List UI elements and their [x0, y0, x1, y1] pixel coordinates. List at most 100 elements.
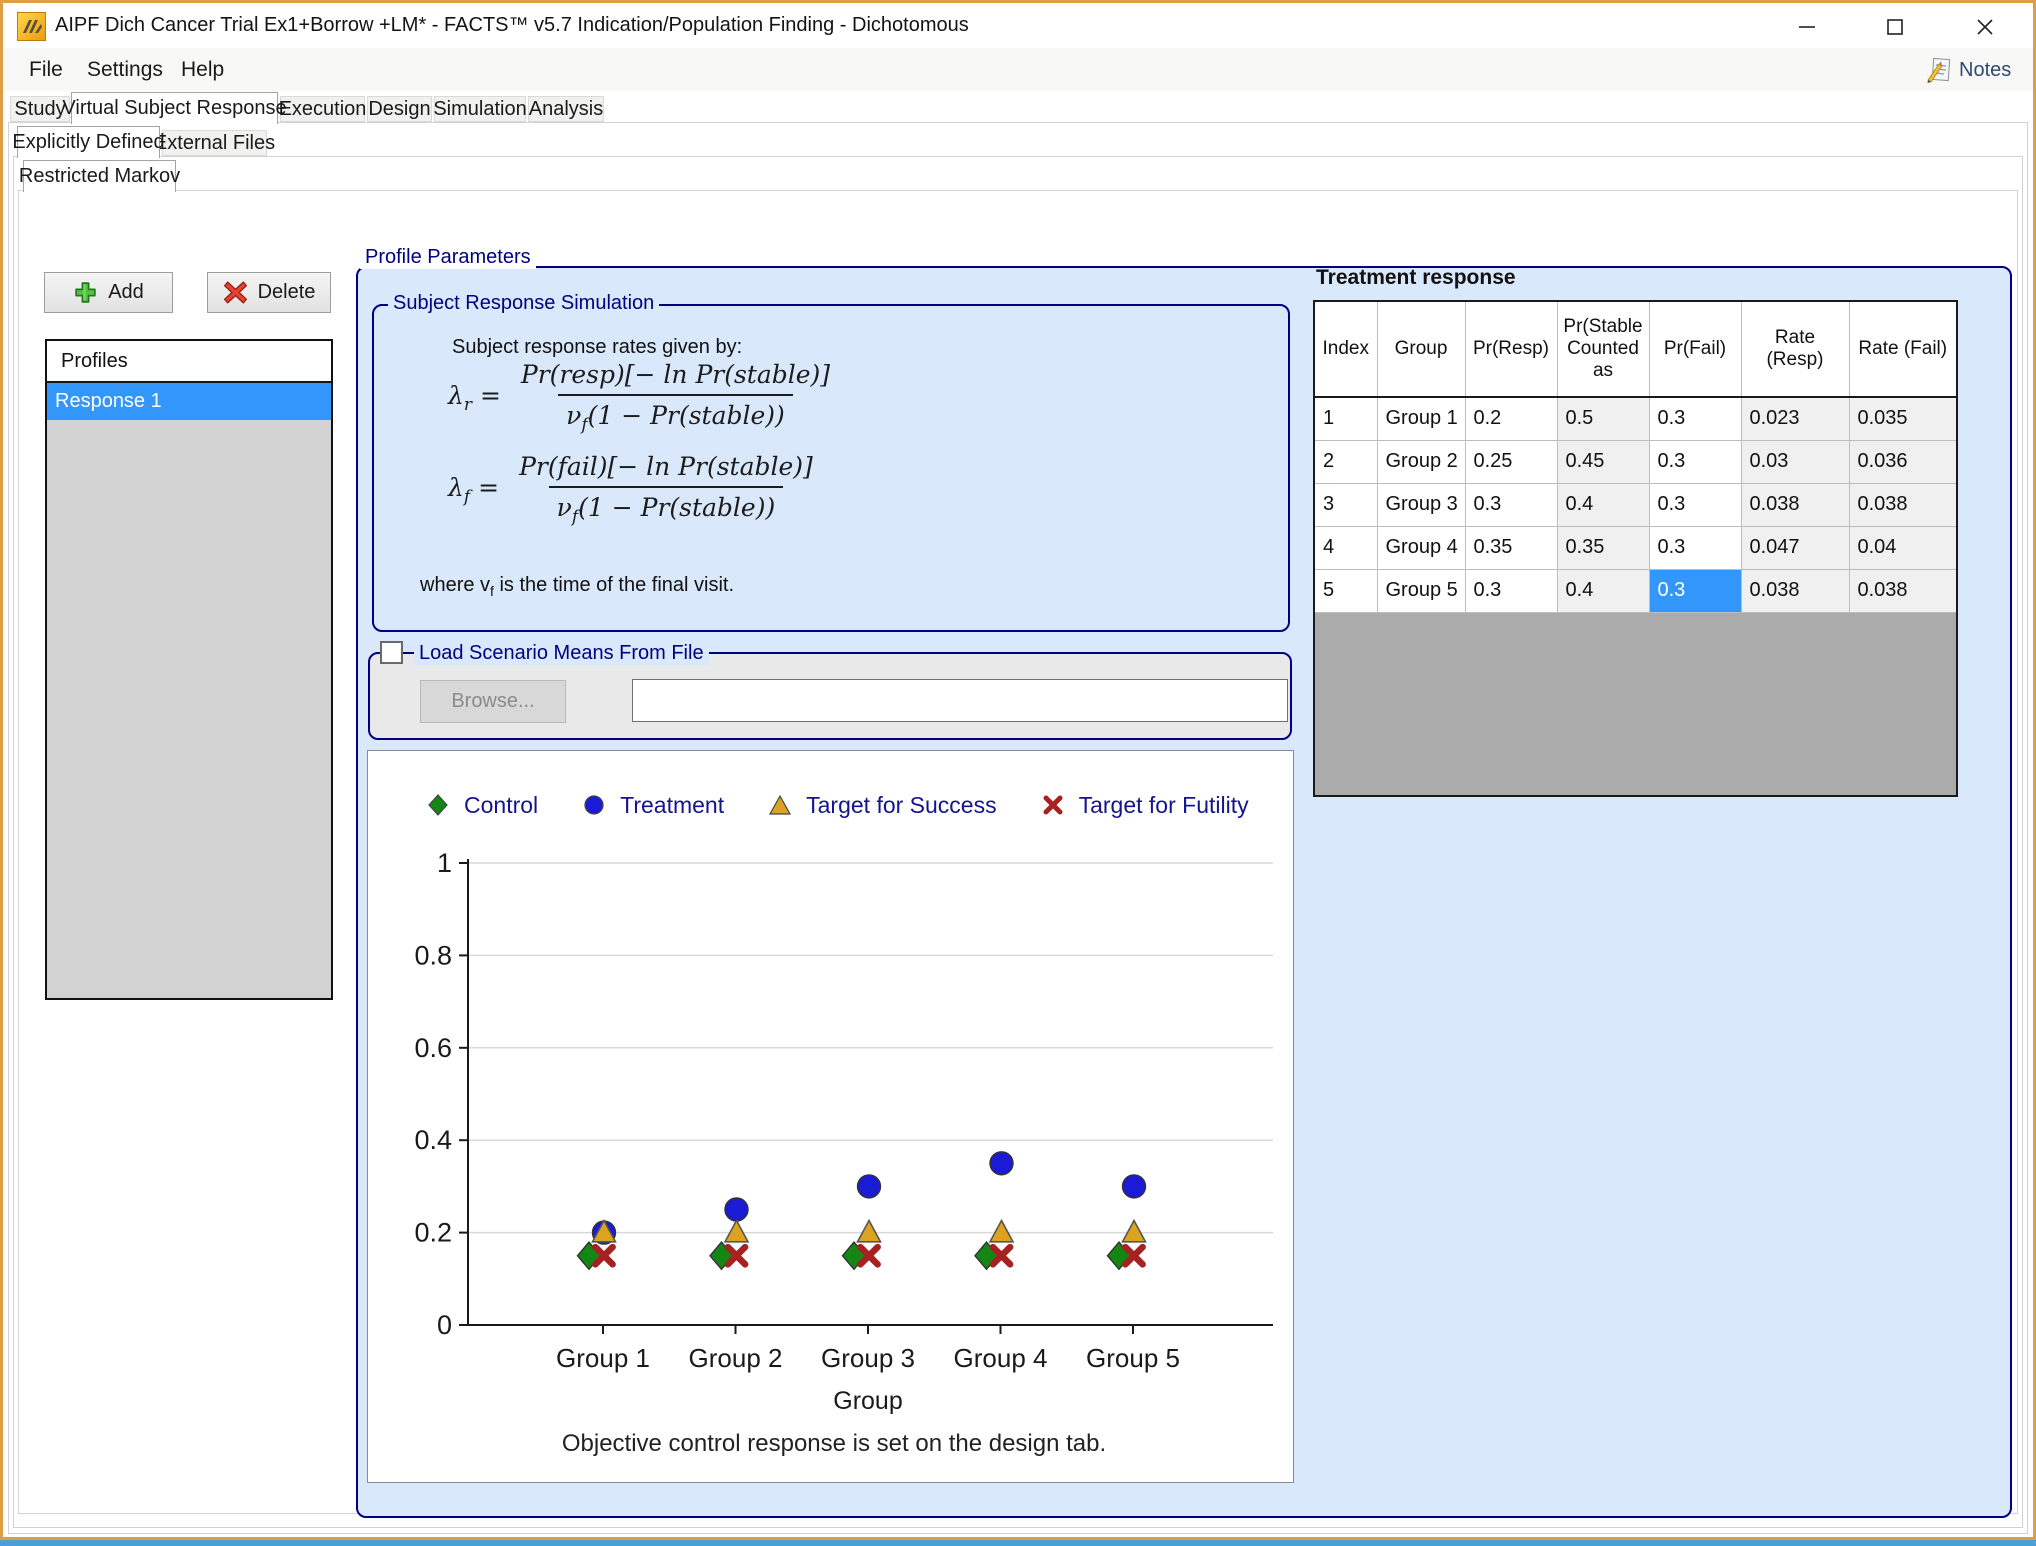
- menu-file[interactable]: File: [23, 56, 69, 84]
- table-cell-r5-c2[interactable]: Group 5: [1377, 569, 1465, 612]
- col-header-rate-fail: Rate (Fail): [1849, 302, 1956, 397]
- table-cell-r3-c2[interactable]: Group 3: [1377, 483, 1465, 526]
- tab-study[interactable]: Study: [10, 96, 70, 122]
- delete-button[interactable]: Delete: [207, 272, 331, 313]
- col-header-pr-stable-counted-as: Pr(Stable Counted as: [1557, 302, 1649, 397]
- table-cell-r3-c5[interactable]: 0.3: [1649, 483, 1741, 526]
- table-cell-r4-c7: 0.04: [1849, 526, 1956, 569]
- legend-label: Treatment: [620, 792, 724, 819]
- chart-point-treatment-group-2: [725, 1198, 748, 1221]
- table-header-row: Index Group Pr(Resp) Pr(Stable Counted a…: [1315, 302, 1956, 397]
- load-scenario-checkbox[interactable]: [380, 641, 403, 664]
- minimize-button[interactable]: [1775, 7, 1839, 47]
- app-window: AIPF Dich Cancer Trial Ex1+Borrow +LM* -…: [0, 0, 2036, 1546]
- circle-legend-icon: [582, 793, 606, 817]
- maximize-icon: [1886, 18, 1904, 36]
- col-header-pr-resp: Pr(Resp): [1465, 302, 1557, 397]
- profiles-listbox: Profiles Response 1: [45, 339, 333, 1000]
- profile-item-response-1[interactable]: Response 1: [47, 383, 331, 420]
- y-tick-label-0.4: 0.4: [414, 1125, 452, 1155]
- table-row-3: 3Group 30.30.40.30.0380.038: [1315, 483, 1956, 526]
- simulation-intro-text: Subject response rates given by:: [452, 336, 742, 359]
- table-cell-r1-c7: 0.035: [1849, 397, 1956, 440]
- load-scenario-label: Load Scenario Means From File: [414, 642, 709, 665]
- table-cell-r1-c3[interactable]: 0.2: [1465, 397, 1557, 440]
- add-button-label: Add: [108, 281, 144, 304]
- legend-label: Target for Futility: [1079, 792, 1249, 819]
- treatment-response-table: Index Group Pr(Resp) Pr(Stable Counted a…: [1313, 300, 1958, 797]
- menu-settings[interactable]: Settings: [81, 56, 169, 84]
- menu-help[interactable]: Help: [175, 56, 230, 84]
- table-row-5: 5Group 50.30.40.30.0380.038: [1315, 569, 1956, 612]
- close-icon: [1976, 18, 1994, 36]
- legend-label: Control: [464, 792, 538, 819]
- tab-restricted-markov[interactable]: Restricted Markov: [23, 160, 176, 192]
- notes-button[interactable]: Notes: [1925, 53, 2011, 87]
- table-cell-r3-c3[interactable]: 0.3: [1465, 483, 1557, 526]
- table-cell-r4-c1[interactable]: 4: [1315, 526, 1377, 569]
- close-button[interactable]: [1953, 7, 2017, 47]
- table-cell-r3-c4: 0.4: [1557, 483, 1649, 526]
- table-cell-r2-c6: 0.03: [1741, 440, 1849, 483]
- table-cell-r3-c1[interactable]: 3: [1315, 483, 1377, 526]
- table-cell-r2-c5[interactable]: 0.3: [1649, 440, 1741, 483]
- table-cell-r2-c1[interactable]: 2: [1315, 440, 1377, 483]
- col-header-group: Group: [1377, 302, 1465, 397]
- tab-virtual-subject-response[interactable]: Virtual Subject Response: [71, 92, 278, 124]
- maximize-button[interactable]: [1863, 7, 1927, 47]
- table-row-1: 1Group 10.20.50.30.0230.035: [1315, 397, 1956, 440]
- table-cell-r5-c4: 0.4: [1557, 569, 1649, 612]
- table-cell-r5-c5[interactable]: 0.3: [1649, 569, 1741, 612]
- chart-legend: Control Treatment Target for Success Target…: [426, 787, 1249, 823]
- tab-analysis[interactable]: Analysis: [528, 96, 604, 122]
- tab-execution[interactable]: Execution: [280, 96, 365, 122]
- table-cell-r2-c7: 0.036: [1849, 440, 1956, 483]
- table-cell-r4-c3[interactable]: 0.35: [1465, 526, 1557, 569]
- table-cell-r3-c7: 0.038: [1849, 483, 1956, 526]
- table-cell-r2-c4: 0.45: [1557, 440, 1649, 483]
- table-cell-r5-c7: 0.038: [1849, 569, 1956, 612]
- tab-explicitly-defined[interactable]: Explicitly Defined: [17, 126, 160, 158]
- tab-design[interactable]: Design: [367, 96, 432, 122]
- y-tick-label-0.6: 0.6: [414, 1033, 452, 1063]
- x-tick-label-5: Group 5: [1086, 1343, 1180, 1373]
- table-cell-r4-c2[interactable]: Group 4: [1377, 526, 1465, 569]
- table-cell-r5-c1[interactable]: 5: [1315, 569, 1377, 612]
- table-cell-r2-c2[interactable]: Group 2: [1377, 440, 1465, 483]
- chart-point-treatment-group-3: [858, 1175, 881, 1198]
- table-row-2: 2Group 20.250.450.30.030.036: [1315, 440, 1956, 483]
- y-tick-label-0: 0: [437, 1310, 452, 1340]
- table-cell-r5-c6: 0.038: [1741, 569, 1849, 612]
- browse-button[interactable]: Browse...: [420, 680, 566, 723]
- table-cell-r5-c3[interactable]: 0.3: [1465, 569, 1557, 612]
- notes-label: Notes: [1959, 59, 2011, 82]
- table-cell-r4-c5[interactable]: 0.3: [1649, 526, 1741, 569]
- legend-label: Target for Success: [806, 792, 996, 819]
- legend-item-control: Control: [426, 792, 538, 819]
- y-tick-label-0.2: 0.2: [414, 1218, 452, 1248]
- table-cell-r2-c3[interactable]: 0.25: [1465, 440, 1557, 483]
- chart-point-target-for-success-group-3: [858, 1221, 881, 1242]
- final-visit-footnote: where vf is the time of the final visit.: [420, 574, 734, 599]
- screen-edge-strip: [0, 1540, 2036, 1546]
- legend-item-target-for-success: Target for Success: [768, 792, 996, 819]
- col-header-index: Index: [1315, 302, 1377, 397]
- window-title: AIPF Dich Cancer Trial Ex1+Borrow +LM* -…: [55, 14, 969, 37]
- response-chart: 00.20.40.60.81Group 1Group 2Group 3Group…: [368, 751, 1293, 1482]
- table-cell-r1-c1[interactable]: 1: [1315, 397, 1377, 440]
- tab-simulation[interactable]: Simulation: [434, 96, 526, 122]
- col-header-pr-fail: Pr(Fail): [1649, 302, 1741, 397]
- scenario-file-input[interactable]: [632, 679, 1288, 722]
- tab-external-files[interactable]: External Files: [162, 130, 267, 156]
- table-cell-r4-c4: 0.35: [1557, 526, 1649, 569]
- table-cell-r1-c2[interactable]: Group 1: [1377, 397, 1465, 440]
- x-tick-label-3: Group 3: [821, 1343, 915, 1373]
- table-cell-r1-c5[interactable]: 0.3: [1649, 397, 1741, 440]
- x-tick-label-1: Group 1: [556, 1343, 650, 1373]
- table-cell-r4-c6: 0.047: [1741, 526, 1849, 569]
- legend-item-treatment: Treatment: [582, 792, 724, 819]
- table-cell-r1-c6: 0.023: [1741, 397, 1849, 440]
- chart-caption: Objective control response is set on the…: [562, 1430, 1106, 1457]
- add-button[interactable]: Add: [44, 272, 173, 313]
- chart-point-treatment-group-4: [990, 1152, 1013, 1175]
